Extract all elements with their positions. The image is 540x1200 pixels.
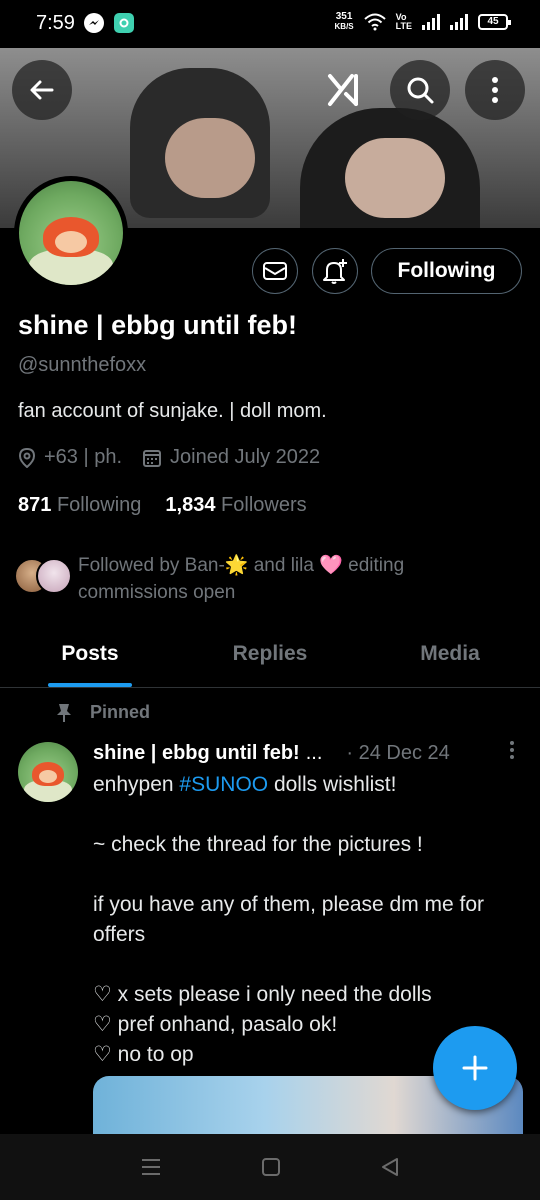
banner-face-left [165,118,255,198]
signal-icon-1 [422,14,440,30]
post-header: shine | ebbg until feb! ... · 24 Dec 24 [93,740,523,766]
post-hashtag[interactable]: #SUNOO [179,773,268,796]
battery-icon: 45 [478,14,511,30]
profile-bio: fan account of sunjake. | doll mom. [18,400,327,422]
profile-tabs: Posts Replies Media [0,622,540,688]
volte-bottom: LTE [395,21,412,31]
post-line [93,800,513,830]
tab-posts[interactable]: Posts [0,622,180,687]
status-time: 7:59 [36,12,75,34]
user-handle: @sunnthefoxx [18,354,147,376]
tab-replies[interactable]: Replies [180,622,360,687]
tab-media[interactable]: Media [360,622,540,687]
back-nav-icon[interactable] [380,1157,400,1177]
follow-stats: 871 Following 1,834 Followers [18,494,307,517]
post-more-icon[interactable] [509,740,515,766]
followers-stat[interactable]: 1,834 Followers [165,494,306,517]
message-button[interactable] [252,248,298,294]
network-speed: 351 KB/S [335,12,354,32]
search-button[interactable] [390,60,450,120]
avatar-image [19,181,123,285]
post-line: if you have any of them, please dm me fo… [93,893,485,946]
post-date[interactable]: · 24 Dec 24 [346,742,449,765]
signal-icon-2 [450,14,468,30]
following-button[interactable]: Following [371,248,522,294]
notification-icons [84,13,134,33]
recents-icon[interactable] [140,1157,162,1177]
profile-meta: +63 | ph. Joined July 2022 [18,446,340,469]
avatar [36,558,72,594]
notify-button[interactable] [312,248,358,294]
followers-count: 1,834 [165,494,216,516]
location-pin-icon [18,447,36,468]
followers-label: Followers [221,494,307,516]
speed-unit: KB/S [334,22,354,31]
arrow-left-icon [30,80,54,100]
plus-icon [462,1055,488,1081]
mail-icon [263,262,287,280]
post-author-ellipsis: ... [305,741,323,764]
post-body[interactable]: enhypen #SUNOO dolls wishlist! ~ check t… [93,770,513,1070]
location-item: +63 | ph. [18,446,122,469]
status-bar: 7:59 351 KB/S Vo LTE 45 [0,0,540,48]
banner-face-right [345,138,445,218]
post-line-first: enhypen #SUNOO dolls wishlist! [93,770,513,800]
followed-by[interactable]: Followed by Ban-🌟 and lila 🩷 editing com… [14,552,478,606]
following-count: 871 [18,494,52,516]
calendar-icon [143,449,162,467]
display-name: shine | ebbg until feb! [18,310,298,340]
messenger-icon [84,13,104,33]
post-text-suffix: dolls wishlist! [268,773,397,796]
profile-avatar[interactable] [14,176,128,290]
post-author-name[interactable]: shine | ebbg until feb! [93,742,300,765]
more-vertical-icon [492,77,498,103]
compose-button[interactable] [433,1026,517,1110]
status-right: 351 KB/S Vo LTE 45 [335,12,511,32]
following-stat[interactable]: 871 Following [18,494,141,517]
joined-text: Joined July 2022 [170,446,321,468]
active-tab-indicator [48,683,132,687]
bell-plus-icon [323,259,347,284]
pinned-indicator: Pinned [56,702,150,723]
location-text: +63 | ph. [44,446,123,468]
wifi-icon [363,13,386,31]
speed-value: 351 [335,11,353,22]
pin-icon [57,703,71,722]
followed-by-text: Followed by Ban-🌟 and lila 🩷 editing com… [78,555,405,603]
post-line [93,860,513,890]
system-nav-bar [0,1134,540,1200]
following-label: Following [56,494,142,516]
volte-label: Vo LTE [396,13,412,31]
back-button[interactable] [12,60,72,120]
avatar-face [55,231,87,253]
followed-by-avatars [14,558,72,598]
pinned-label: Pinned [90,702,151,722]
grok-icon[interactable] [326,72,362,117]
post-text-prefix: enhypen [93,773,180,796]
search-icon [407,77,434,104]
more-options-button[interactable] [465,60,525,120]
post-author-avatar[interactable] [18,742,78,802]
app-notification-icon [114,13,134,33]
post-line: ♡ x sets please i only need the dolls [93,983,432,1006]
post-line [93,950,513,980]
post-line: ~ check the thread for the pictures ! [93,833,423,856]
home-icon[interactable] [261,1157,281,1177]
joined-item: Joined July 2022 [142,446,320,469]
avatar-face [39,770,57,783]
